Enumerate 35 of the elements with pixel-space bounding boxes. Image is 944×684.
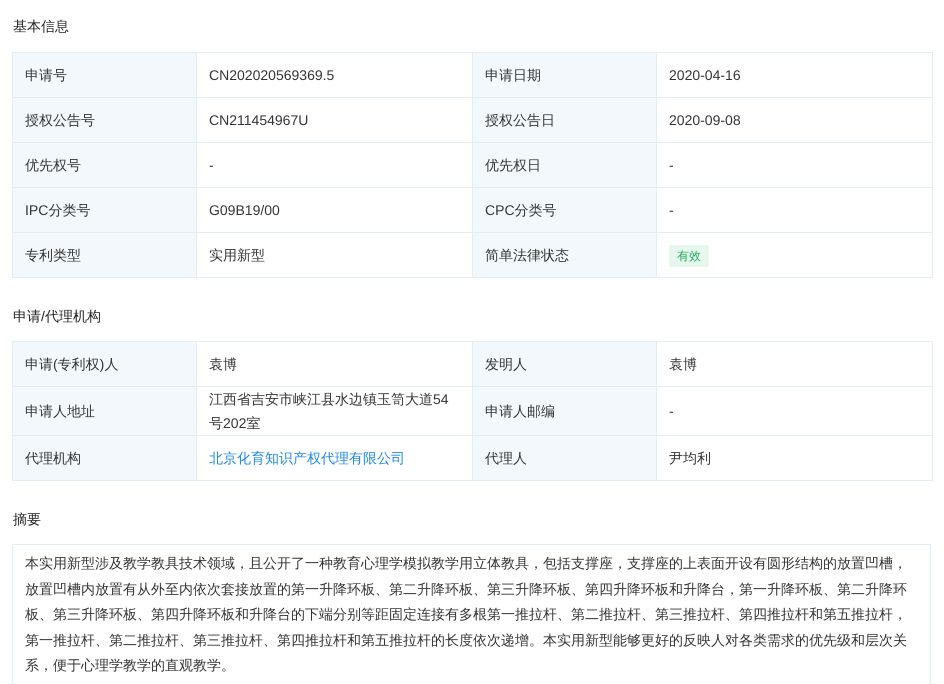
field-value: 袁博 xyxy=(656,342,932,386)
field-value: CN202020569369.5 xyxy=(196,52,472,98)
section-title: 基本信息 xyxy=(12,17,70,36)
section-title: 申请/代理机构 xyxy=(12,307,102,326)
field-label: 申请号 xyxy=(12,52,196,98)
field-label: 代理人 xyxy=(472,436,656,480)
field-label: 专利类型 xyxy=(12,232,196,278)
field-label: 申请日期 xyxy=(472,52,656,98)
field-value: - xyxy=(656,386,932,436)
field-label: 授权公告日 xyxy=(472,98,656,142)
status-badge: 有效 xyxy=(669,245,709,267)
field-value: 2020-04-16 xyxy=(656,52,932,98)
field-value: 实用新型 xyxy=(196,232,472,278)
field-value: 江西省吉安市峡江县水边镇玉笥大道54号202室 xyxy=(196,386,472,436)
field-value: G09B19/00 xyxy=(196,188,472,232)
field-label: 授权公告号 xyxy=(12,98,196,142)
field-value: 2020-09-08 xyxy=(656,98,932,142)
field-label: 申请人邮编 xyxy=(472,386,656,436)
field-value: - xyxy=(656,188,932,232)
field-label: 发明人 xyxy=(472,342,656,386)
field-value: 袁博 xyxy=(196,342,472,386)
field-label: 申请人地址 xyxy=(12,386,196,436)
section-title: 摘要 xyxy=(12,510,42,529)
field-label: 申请(专利权)人 xyxy=(12,342,196,386)
field-value: CN211454967U xyxy=(196,98,472,142)
field-value: - xyxy=(196,142,472,188)
field-label: 代理机构 xyxy=(12,436,196,480)
field-label: IPC分类号 xyxy=(12,188,196,232)
field-label: 优先权日 xyxy=(472,142,656,188)
field-value: 尹均利 xyxy=(656,436,932,480)
field-value: - xyxy=(656,142,932,188)
field-label: CPC分类号 xyxy=(472,188,656,232)
field-label: 简单法律状态 xyxy=(472,232,656,278)
abstract-text: 本实用新型涉及教学教具技术领域，且公开了一种教育心理学模拟教学用立体教具，包括支撑座，支撑座的上表面开设有圆形结构的放置凹槽，放置凹槽内放置有从外至内依次套接放置的第一升降环板、第二升降环板、第三升降环板、第四升降环板和升降台，第一升降环板、第二升降环板、第三升降环板、第四升降环板和升降台的下端分别等距固定连接有多根第一推拉杆、第二推拉杆、第三推拉杆、第四推拉杆和第五推拉杆，第一推拉杆、第二推拉杆、第三推拉杆、第四推拉杆和第五推拉杆的长度依次递增。本实用新型能够更好的反映人对各类需求的优先级和层次关系，便于心理学教学的直观教学。 xyxy=(12,544,931,684)
field-label: 优先权号 xyxy=(12,142,196,188)
